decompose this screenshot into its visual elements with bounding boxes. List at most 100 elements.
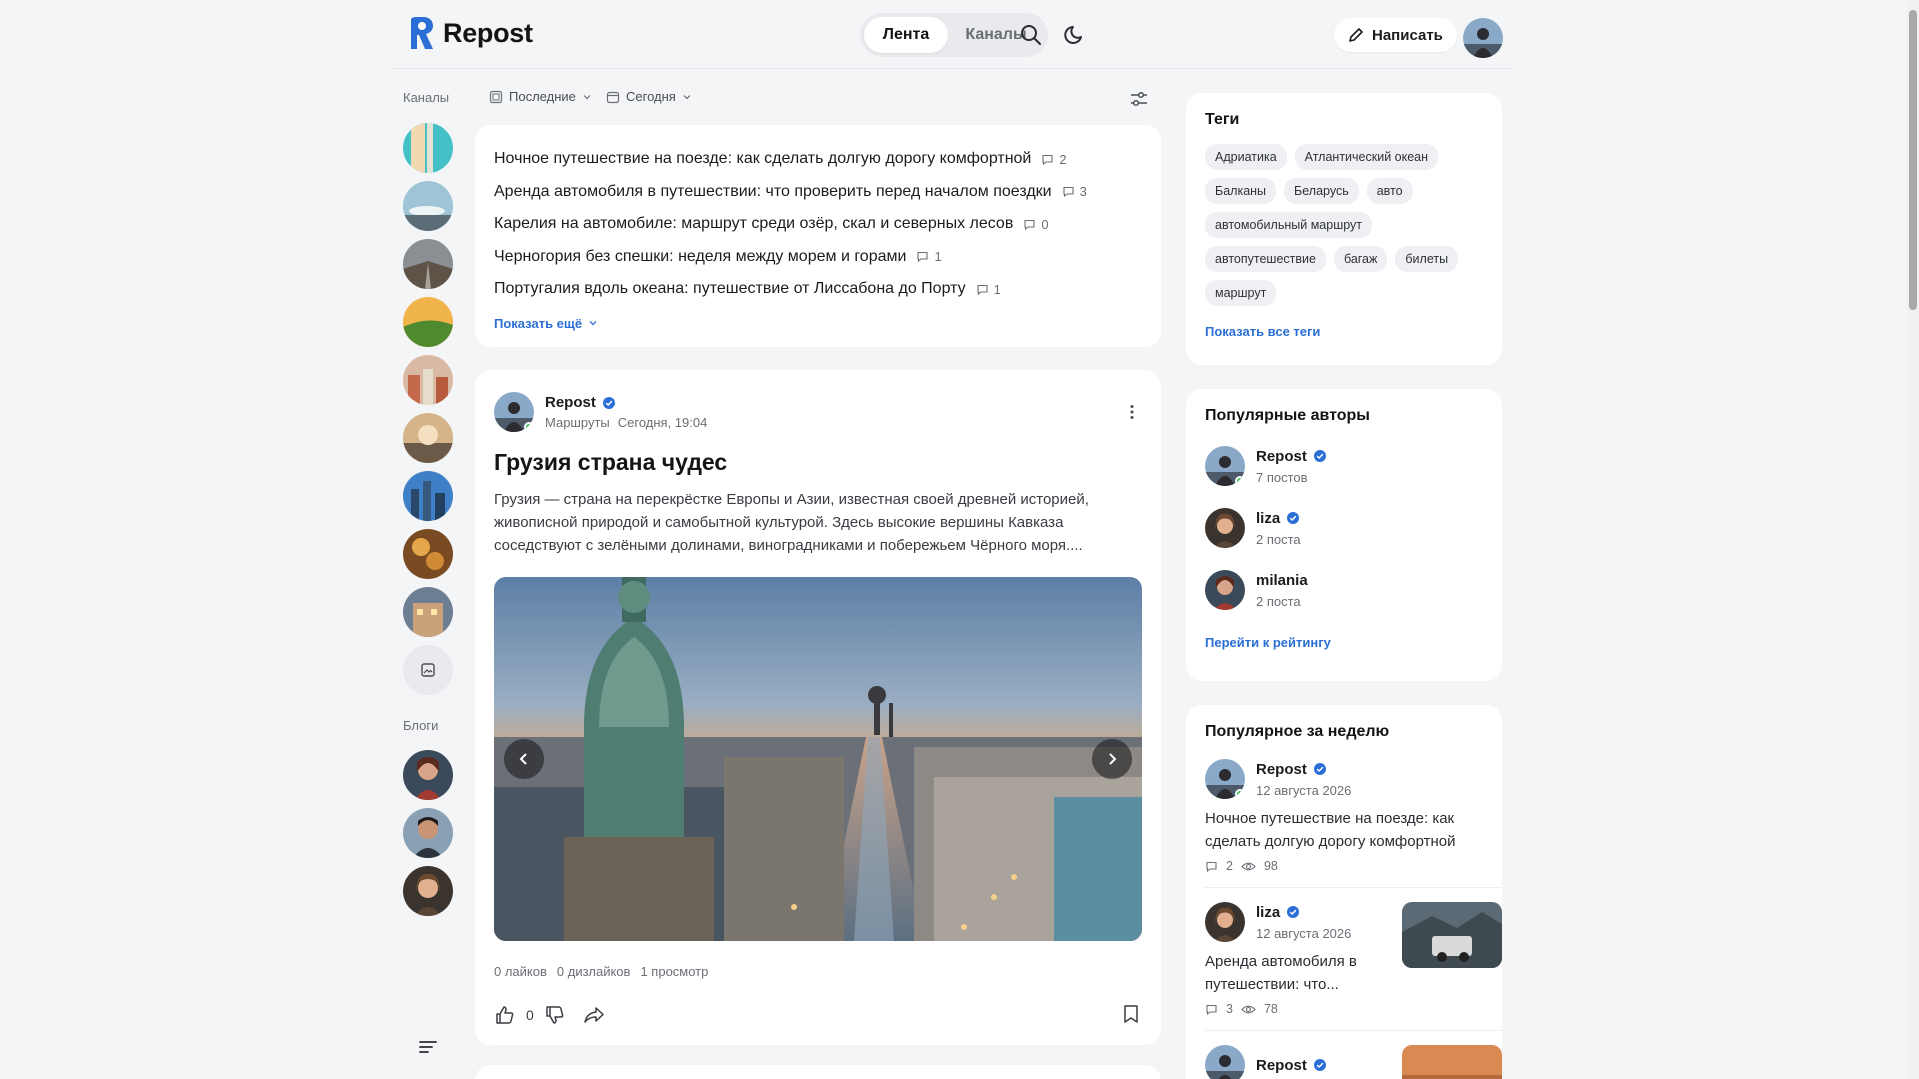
channel-avatar[interactable] bbox=[403, 355, 453, 405]
tag-chip[interactable]: Атлантический океан bbox=[1294, 144, 1439, 170]
dark-mode-icon[interactable] bbox=[1062, 22, 1088, 48]
more-options-icon[interactable] bbox=[1122, 402, 1142, 422]
author-name: milania bbox=[1256, 571, 1308, 589]
tag-chip[interactable]: автопутешествие bbox=[1205, 246, 1326, 272]
pencil-icon bbox=[1349, 28, 1363, 42]
weekly-post-item[interactable]: Repost 12 августа 2026 Ночное путешестви… bbox=[1205, 759, 1502, 888]
author-post-count: 2 поста bbox=[1256, 531, 1301, 547]
channel-avatar[interactable] bbox=[403, 181, 453, 231]
sort-filter-label: Последние bbox=[509, 89, 576, 104]
blog-avatar[interactable] bbox=[403, 750, 453, 800]
next-image-button[interactable] bbox=[1092, 739, 1132, 779]
channel-avatar[interactable] bbox=[403, 587, 453, 637]
tag-chip[interactable]: автомобильный маршрут bbox=[1205, 212, 1373, 238]
channel-avatar[interactable] bbox=[403, 471, 453, 521]
popular-authors-card: Популярные авторы Repost 7 постов liza 2… bbox=[1186, 389, 1502, 681]
verified-icon bbox=[602, 396, 615, 409]
comment-count: 1 bbox=[976, 282, 1001, 297]
trending-title: Черногория без спешки: неделя между море… bbox=[494, 247, 907, 265]
trending-item[interactable]: Черногория без спешки: неделя между море… bbox=[494, 241, 1142, 274]
author-name: liza bbox=[1256, 509, 1281, 527]
author-name: Repost bbox=[1256, 1056, 1307, 1074]
image-icon bbox=[421, 663, 435, 677]
comment-icon bbox=[1042, 154, 1053, 165]
filter-settings-icon[interactable] bbox=[1128, 89, 1150, 109]
channel-avatar[interactable] bbox=[403, 297, 453, 347]
author-row[interactable]: milania 2 поста bbox=[1205, 559, 1483, 621]
comment-count-value: 2 bbox=[1059, 151, 1067, 167]
bookmark-icon[interactable] bbox=[1120, 1003, 1142, 1025]
add-channel-button[interactable] bbox=[403, 645, 453, 695]
tag-chip[interactable]: багаж bbox=[1333, 246, 1388, 272]
tab-feed[interactable]: Лента bbox=[864, 17, 948, 53]
dislikes-count-text: 0 дизлайков bbox=[556, 964, 631, 979]
period-filter[interactable]: Сегодня bbox=[606, 89, 692, 104]
write-button[interactable]: Написать bbox=[1334, 18, 1457, 52]
menu-icon[interactable] bbox=[418, 1038, 438, 1056]
weekly-post-thumbnail bbox=[1402, 1045, 1502, 1079]
channel-avatar[interactable] bbox=[403, 529, 453, 579]
user-avatar[interactable] bbox=[1463, 18, 1503, 58]
write-button-label: Написать bbox=[1372, 26, 1443, 44]
prev-image-button[interactable] bbox=[504, 739, 544, 779]
post-channel[interactable]: Маршруты bbox=[545, 415, 610, 430]
author-name[interactable]: Repost bbox=[545, 394, 596, 411]
comment-count: 3 bbox=[1062, 184, 1087, 199]
tag-chip[interactable]: Балканы bbox=[1205, 178, 1277, 204]
weekly-post-title: Аренда автомобиля в путешествии: что... bbox=[1205, 953, 1357, 993]
scrollbar-thumb[interactable] bbox=[1909, 10, 1917, 310]
author-name: Repost bbox=[1256, 760, 1307, 778]
author-name: liza bbox=[1256, 903, 1281, 921]
author-avatar bbox=[1205, 1045, 1245, 1079]
tag-chip[interactable]: авто bbox=[1366, 178, 1413, 204]
channel-avatar[interactable] bbox=[403, 123, 453, 173]
view-count: 98 bbox=[1263, 859, 1278, 873]
popular-authors-title: Популярные авторы bbox=[1205, 407, 1370, 424]
blog-avatar[interactable] bbox=[403, 808, 453, 858]
post-photo bbox=[494, 577, 1142, 941]
trending-title: Ночное путешествие на поезде: как сделат… bbox=[494, 150, 1032, 168]
channel-avatar[interactable] bbox=[403, 239, 453, 289]
trending-item[interactable]: Ночное путешествие на поезде: как сделат… bbox=[494, 143, 1142, 176]
author-post-count: 2 поста bbox=[1256, 593, 1301, 609]
weekly-post-item[interactable]: Repost bbox=[1205, 1031, 1502, 1079]
period-filter-label: Сегодня bbox=[626, 89, 676, 104]
channels-section-label: Каналы bbox=[403, 90, 450, 105]
likes-count-text: 0 лайков bbox=[494, 964, 547, 979]
blog-avatar[interactable] bbox=[403, 866, 453, 916]
tag-chip[interactable]: Адриатика bbox=[1205, 144, 1287, 170]
logo[interactable]: Repost bbox=[407, 16, 533, 50]
trending-item[interactable]: Карелия на автомобиле: маршрут среди озё… bbox=[494, 208, 1142, 241]
weekly-post-title: Ночное путешествие на поезде: как сделат… bbox=[1205, 810, 1456, 850]
author-row[interactable]: Repost 7 постов bbox=[1205, 435, 1483, 497]
comment-count: 2 bbox=[1041, 151, 1067, 167]
author-avatar[interactable] bbox=[494, 392, 534, 432]
tag-chip[interactable]: билеты bbox=[1395, 246, 1459, 272]
trending-item[interactable]: Аренда автомобиля в путешествии: что про… bbox=[494, 176, 1142, 209]
post-title[interactable]: Грузия страна чудес bbox=[494, 449, 1142, 476]
show-all-tags-link[interactable]: Показать все теги bbox=[1205, 324, 1483, 339]
search-icon[interactable] bbox=[1018, 22, 1044, 48]
verified-icon bbox=[1287, 512, 1300, 524]
post-image[interactable] bbox=[494, 577, 1142, 941]
trending-item[interactable]: Португалия вдоль океана: путешествие от … bbox=[494, 273, 1142, 306]
chevron-right-icon bbox=[1109, 753, 1117, 765]
channel-avatar[interactable] bbox=[403, 413, 453, 463]
thumbs-down-icon[interactable] bbox=[544, 1004, 566, 1026]
tag-chip[interactable]: Беларусь bbox=[1284, 178, 1359, 204]
author-row[interactable]: liza 2 поста bbox=[1205, 497, 1483, 559]
verified-icon bbox=[1313, 450, 1326, 462]
sort-filter[interactable]: Последние bbox=[489, 89, 592, 104]
tag-chip[interactable]: маршрут bbox=[1205, 280, 1277, 306]
thumbs-up-icon[interactable] bbox=[494, 1004, 516, 1026]
show-more-button[interactable]: Показать ещё bbox=[494, 316, 1142, 331]
weekly-post-item[interactable]: liza 12 августа 2026 Аренда автомобиля в… bbox=[1205, 888, 1502, 1031]
trending-card: Ночное путешествие на поезде: как сделат… bbox=[475, 125, 1161, 347]
rating-link[interactable]: Перейти к рейтингу bbox=[1205, 635, 1483, 650]
comment-count: 2 bbox=[1226, 859, 1233, 873]
post-date: 12 августа 2026 bbox=[1256, 782, 1352, 798]
calendar-icon bbox=[606, 91, 620, 103]
author-name: Repost bbox=[1256, 447, 1307, 465]
share-icon[interactable] bbox=[582, 1004, 606, 1026]
comment-count: 0 bbox=[1023, 217, 1049, 232]
